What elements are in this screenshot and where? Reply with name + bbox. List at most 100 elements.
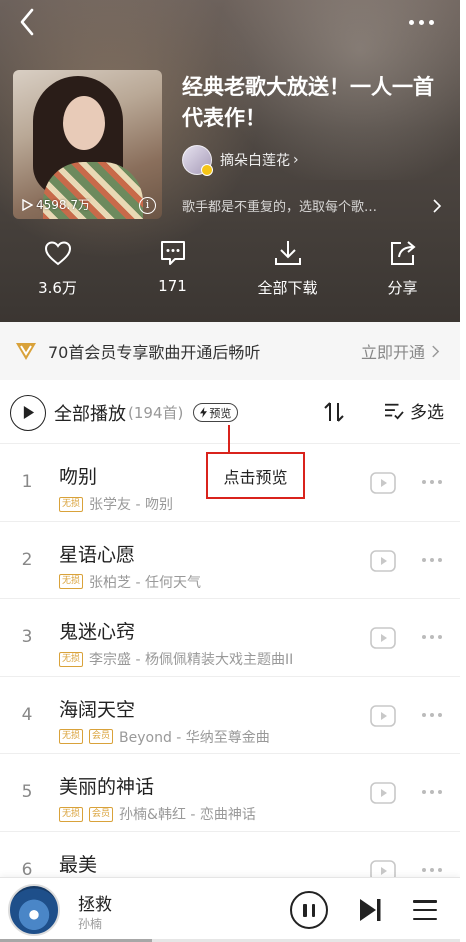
song-title: 鬼迷心窍 xyxy=(59,621,136,643)
now-playing-title: 拯救 xyxy=(78,895,112,915)
back-button[interactable] xyxy=(10,4,46,40)
preview-badge[interactable]: 预览 xyxy=(193,403,239,422)
share-icon xyxy=(390,241,416,265)
vip-tag: 会员 xyxy=(89,806,114,822)
song-artist-album: Beyond - 华纳至尊金曲 xyxy=(119,729,270,746)
vip-tag: 会员 xyxy=(89,729,114,744)
dot-icon xyxy=(408,19,414,25)
like-count: 3.6万 xyxy=(38,279,77,297)
song-row[interactable]: 5 美丽的神话 无损 会员 孙楠&韩红 - 恋曲神话 xyxy=(0,754,460,832)
song-index: 4 xyxy=(21,704,33,725)
song-row[interactable]: 3 鬼迷心窍 无损 李宗盛 - 杨佩佩精装大戏主题曲II xyxy=(0,599,460,677)
chevron-right-icon xyxy=(433,198,442,213)
song-title: 美丽的神话 xyxy=(59,776,155,798)
playlist-description[interactable]: 歌手都是不重复的，选取每个歌… xyxy=(182,196,442,215)
song-more-button[interactable] xyxy=(422,480,442,484)
song-more-button[interactable] xyxy=(422,635,442,639)
lossless-tag: 无损 xyxy=(59,729,84,744)
chevron-left-icon xyxy=(20,8,34,36)
mv-play-icon[interactable] xyxy=(370,627,396,649)
dot-icon xyxy=(428,19,434,25)
song-more-button[interactable] xyxy=(422,557,442,562)
mv-play-icon[interactable] xyxy=(370,549,396,572)
lossless-tag: 无损 xyxy=(59,651,84,667)
now-playing-artist: 孙楠 xyxy=(78,917,103,931)
song-row[interactable]: 2 星语心愿 无损 张柏芝 - 任何天气 xyxy=(0,522,460,599)
mv-play-icon[interactable] xyxy=(370,472,396,494)
song-meta: 无损 李宗盛 - 杨佩佩精装大戏主题曲II xyxy=(59,649,293,669)
song-meta: 无损 会员 Beyond - 华纳至尊金曲 xyxy=(59,727,270,747)
play-icon xyxy=(23,406,34,419)
lightning-icon xyxy=(200,407,208,418)
song-artist-album: 张学友 - 吻别 xyxy=(89,497,173,513)
lossless-tag: 无损 xyxy=(59,574,84,589)
song-title: 海阔天空 xyxy=(59,698,136,721)
preview-label: 预览 xyxy=(209,406,232,420)
heart-icon xyxy=(44,241,71,266)
song-more-button[interactable] xyxy=(422,867,442,872)
vip-banner-text: 70首会员专享歌曲开通后畅听 xyxy=(48,343,261,362)
song-artist-album: 孙楠&韩红 - 恋曲神话 xyxy=(119,807,256,823)
annotation-line xyxy=(228,425,230,453)
song-index: 2 xyxy=(21,549,33,570)
vip-open-button[interactable]: 立即开通 xyxy=(361,339,440,363)
creator-link[interactable]: 摘朵白莲花 › xyxy=(182,145,299,176)
next-track-icon[interactable] xyxy=(356,896,384,924)
chevron-right-icon xyxy=(432,345,440,357)
creator-name: 摘朵白莲花 xyxy=(220,153,290,169)
share-button[interactable]: 分享 xyxy=(345,238,460,308)
playlist-actions: 3.6万 171 全部下载 分享 xyxy=(0,238,460,308)
play-all-label[interactable]: 全部播放 xyxy=(54,400,126,426)
lossless-tag: 无损 xyxy=(59,496,84,512)
comment-icon xyxy=(160,241,185,265)
mv-play-icon[interactable] xyxy=(370,782,396,804)
multi-select-label: 多选 xyxy=(410,403,444,423)
dot-icon xyxy=(418,19,424,25)
download-all-button[interactable]: 全部下载 xyxy=(230,238,345,308)
comment-button[interactable]: 171 xyxy=(115,238,230,308)
vip-banner[interactable]: 70首会员专享歌曲开通后畅听 立即开通 xyxy=(0,322,460,380)
song-index: 5 xyxy=(21,782,33,802)
mv-play-icon[interactable] xyxy=(370,704,396,727)
pause-icon xyxy=(303,903,307,917)
vip-badge-icon xyxy=(201,164,213,176)
info-icon[interactable]: i xyxy=(139,197,156,214)
playlist-cover[interactable]: 4598.7万 i xyxy=(13,70,162,219)
download-label: 全部下载 xyxy=(257,279,318,297)
chevron-right-icon: › xyxy=(293,152,299,168)
play-count-value: 4598.7万 xyxy=(36,198,90,212)
creator-avatar xyxy=(182,145,213,176)
play-all-button[interactable] xyxy=(10,394,46,431)
song-more-button[interactable] xyxy=(422,790,442,794)
menu-icon xyxy=(413,900,437,903)
comment-count: 171 xyxy=(158,277,187,295)
pause-button[interactable] xyxy=(290,891,328,929)
playlist-title: 经典老歌大放送！一人一首代表作！ xyxy=(182,75,434,130)
playlist-queue-button[interactable] xyxy=(413,897,437,923)
share-label: 分享 xyxy=(387,279,418,297)
playlist-header: 4598.7万 i 经典老歌大放送！一人一首代表作！ 摘朵白莲花 › 歌手都是不… xyxy=(0,0,460,322)
vip-open-label: 立即开通 xyxy=(360,343,425,362)
multi-select-button[interactable]: 多选 xyxy=(384,398,444,423)
now-playing-cover[interactable] xyxy=(8,884,60,936)
song-index: 1 xyxy=(21,472,33,492)
song-title: 星语心愿 xyxy=(59,543,136,566)
sort-icon[interactable] xyxy=(322,400,346,424)
vip-diamond-icon xyxy=(16,343,36,360)
song-more-button[interactable] xyxy=(422,712,442,717)
mini-player[interactable]: 拯救 孙楠 xyxy=(0,877,460,942)
description-text: 歌手都是不重复的，选取每个歌… xyxy=(182,200,378,215)
checklist-icon xyxy=(385,403,404,420)
download-icon xyxy=(274,241,301,265)
play-icon xyxy=(22,198,33,211)
like-button[interactable]: 3.6万 xyxy=(0,238,115,308)
song-artist-album: 李宗盛 - 杨佩佩精装大戏主题曲II xyxy=(89,652,294,668)
song-list: 1 吻别 无损 张学友 - 吻别 2 星语心愿 无损 张柏芝 - 任何天气 3 … xyxy=(0,444,460,909)
annotation-callout: 点击预览 xyxy=(206,452,305,499)
song-meta: 无损 会员 孙楠&韩红 - 恋曲神话 xyxy=(59,804,256,824)
song-meta: 无损 张柏芝 - 任何天气 xyxy=(59,572,201,592)
lossless-tag: 无损 xyxy=(59,806,84,822)
song-row[interactable]: 4 海阔天空 无损 会员 Beyond - 华纳至尊金曲 xyxy=(0,677,460,754)
song-meta: 无损 张学友 - 吻别 xyxy=(59,494,173,514)
more-options-button[interactable] xyxy=(400,8,442,36)
